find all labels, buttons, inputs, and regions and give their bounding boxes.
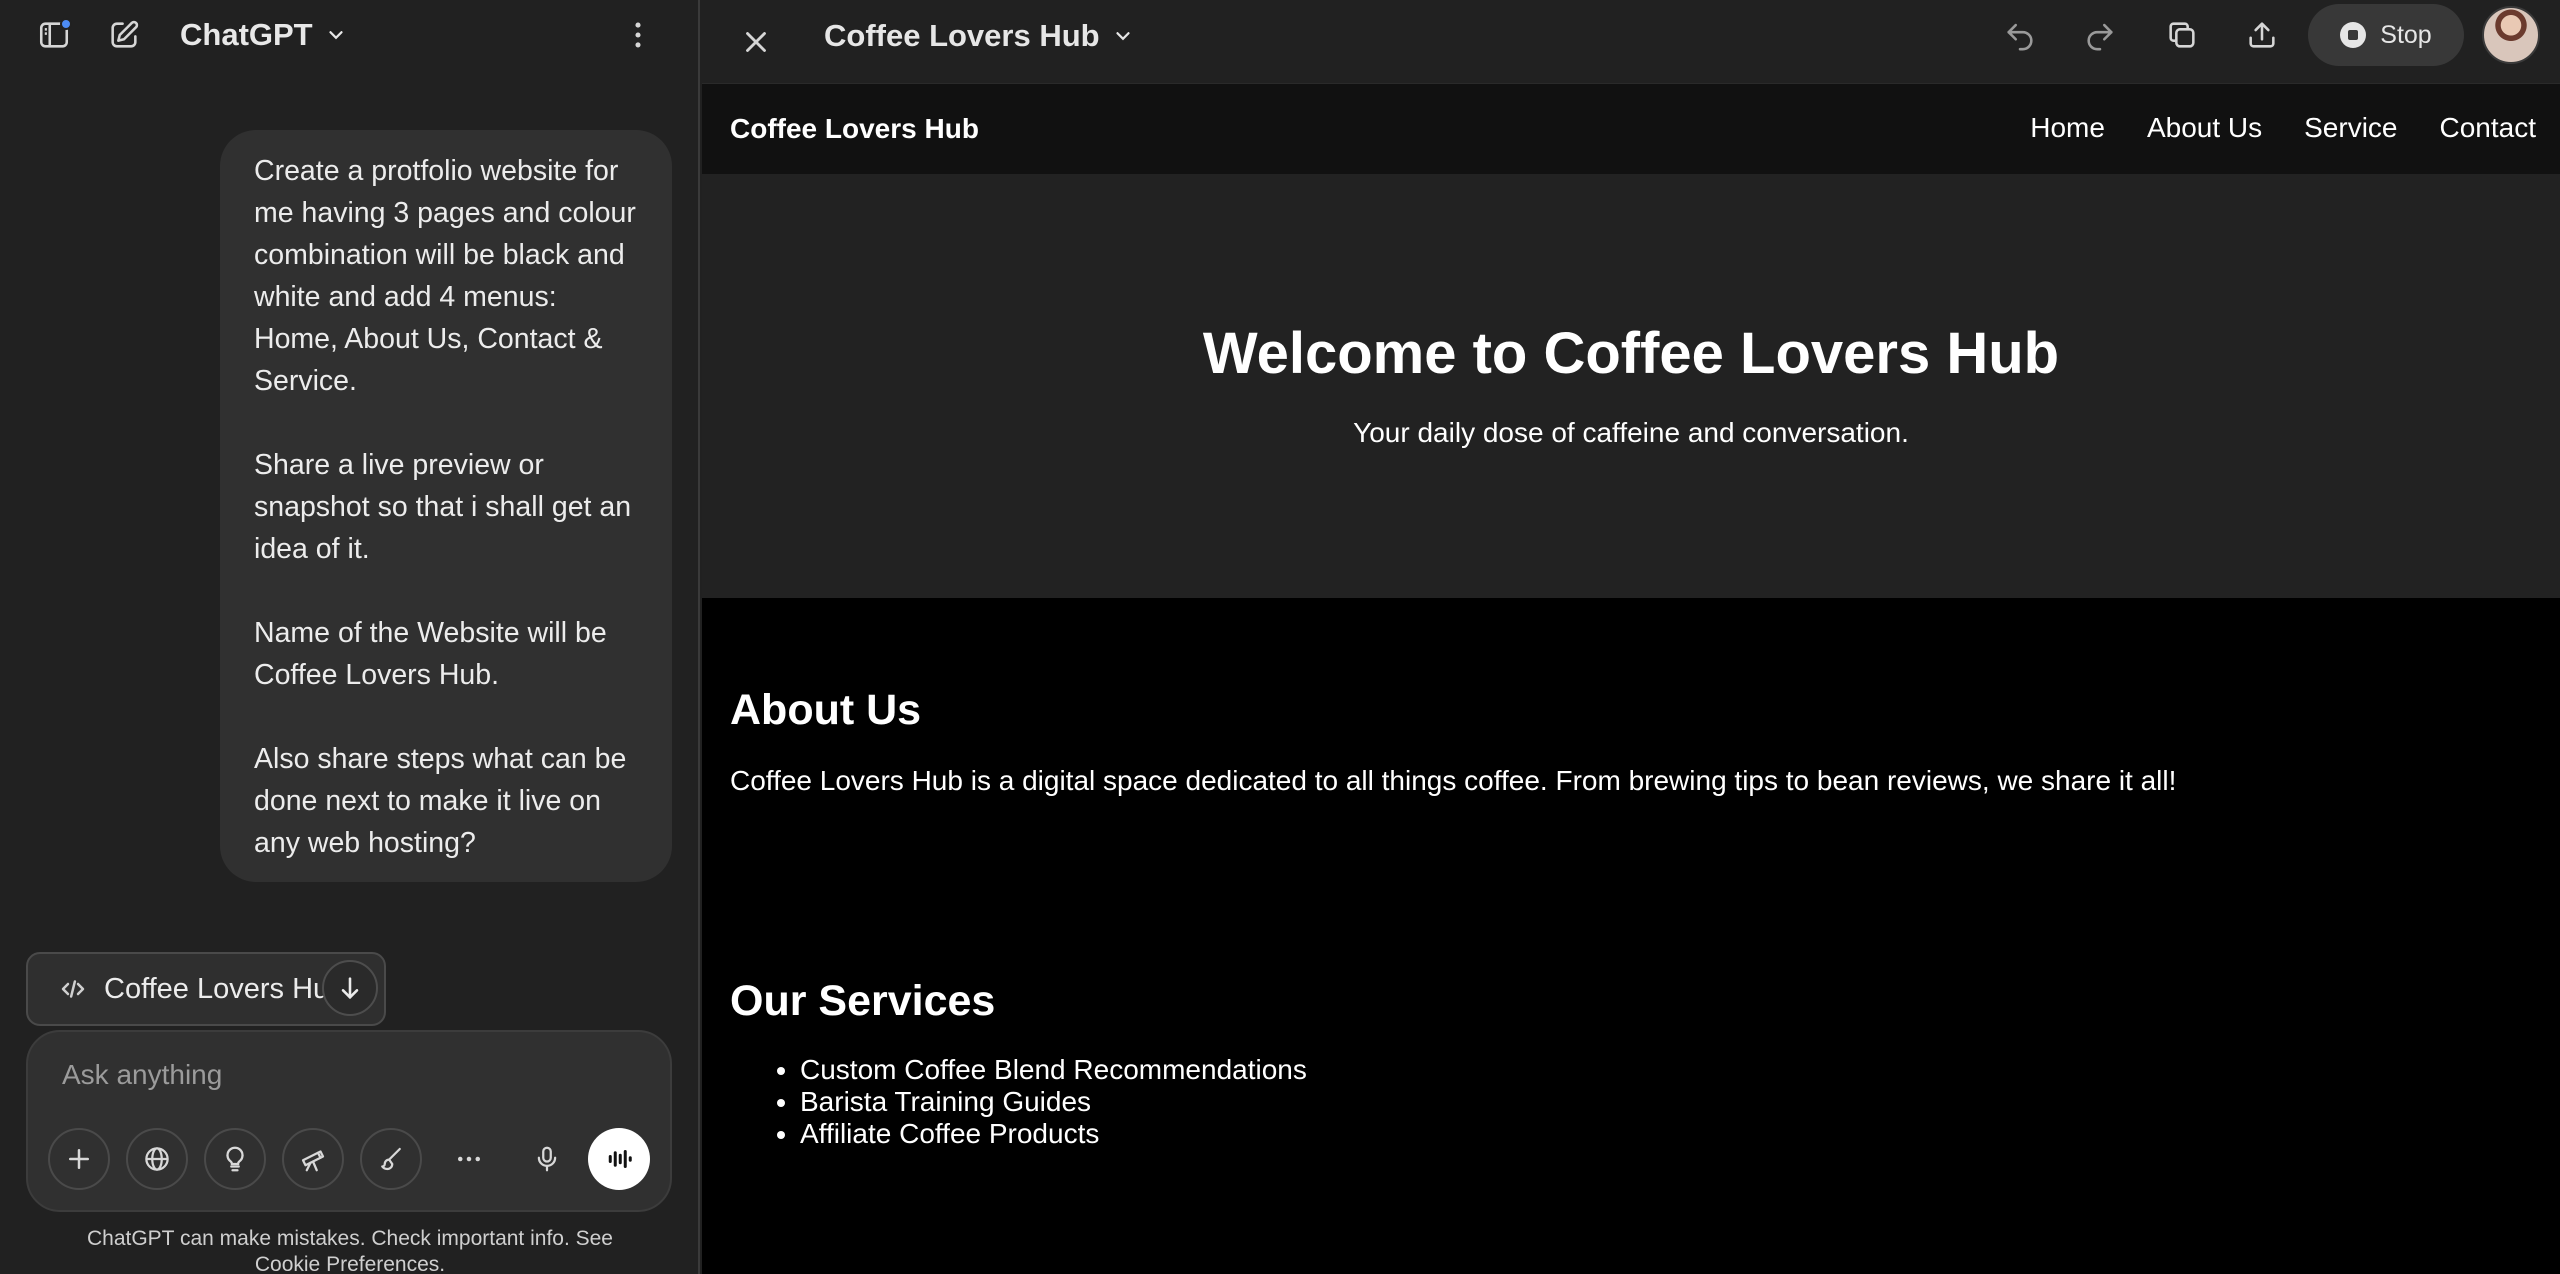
chevron-down-icon bbox=[1115, 32, 1130, 41]
voice-mode-button[interactable] bbox=[588, 1128, 650, 1190]
site-navbar: Coffee Lovers Hub Home About Us Service … bbox=[702, 84, 2560, 174]
stop-icon bbox=[2340, 22, 2367, 48]
message-input[interactable] bbox=[62, 1052, 632, 1098]
brush-icon bbox=[381, 1147, 401, 1171]
services-list: Custom Coffee Blend Recommendations Bari… bbox=[730, 1054, 2530, 1150]
site-nav-about[interactable]: About Us bbox=[2147, 112, 2262, 144]
sidebar-toggle-button[interactable] bbox=[26, 7, 82, 63]
attach-button[interactable] bbox=[48, 1128, 110, 1190]
hero-subtitle: Your daily dose of caffeine and conversa… bbox=[1353, 417, 1909, 448]
undo-icon bbox=[2007, 23, 2033, 51]
canvas-title-dropdown[interactable]: Coffee Lovers Hub bbox=[824, 18, 1134, 54]
model-selector-label: ChatGPT bbox=[180, 17, 313, 52]
more-tools-button[interactable] bbox=[438, 1128, 500, 1190]
redo-icon bbox=[2087, 23, 2113, 51]
message-paragraph: Share a live preview or snapshot so that… bbox=[254, 449, 632, 565]
share-icon bbox=[2249, 22, 2275, 48]
about-text: Coffee Lovers Hub is a digital space ded… bbox=[730, 765, 2177, 796]
app: ChatGPT Create a protfolio website for m… bbox=[0, 0, 2560, 1274]
services-section: Our Services Custom Coffee Blend Recomme… bbox=[730, 977, 2530, 1150]
about-section: About Us Coffee Lovers Hub is a digital … bbox=[730, 686, 2530, 797]
lightbulb-icon bbox=[226, 1146, 244, 1172]
chat-pane: ChatGPT Create a protfolio website for m… bbox=[0, 0, 700, 1274]
site-nav-contact[interactable]: Contact bbox=[2440, 112, 2537, 144]
canvas-chip-label: Coffee Lovers Hub bbox=[104, 972, 346, 1005]
site-nav-home[interactable]: Home bbox=[2030, 112, 2105, 144]
dictate-button[interactable] bbox=[516, 1128, 578, 1190]
composer bbox=[26, 1030, 672, 1212]
service-item: Barista Training Guides bbox=[800, 1086, 2530, 1118]
disclaimer-text: ChatGPT can make mistakes. Check importa… bbox=[86, 1227, 613, 1274]
user-message-bubble: Create a protfolio website for me having… bbox=[220, 130, 672, 882]
notification-dot bbox=[60, 18, 72, 30]
more-vertical-icon bbox=[635, 22, 641, 48]
share-button[interactable] bbox=[2234, 7, 2290, 63]
model-selector[interactable]: ChatGPT bbox=[180, 14, 347, 56]
site-hero: Welcome to Coffee Lovers Hub Your daily … bbox=[702, 174, 2560, 598]
new-chat-button[interactable] bbox=[96, 7, 152, 63]
message-paragraph: Name of the Website will be Coffee Lover… bbox=[254, 617, 607, 691]
close-canvas-button[interactable] bbox=[728, 14, 784, 70]
reason-button[interactable] bbox=[204, 1128, 266, 1190]
undo-button[interactable] bbox=[1992, 7, 2048, 63]
canvas-pane: Coffee Lovers Hub Stop Coffee Lovers Hub… bbox=[702, 0, 2560, 1274]
user-avatar[interactable] bbox=[2482, 6, 2540, 64]
hero-title: Welcome to Coffee Lovers Hub bbox=[1202, 321, 2060, 386]
search-web-button[interactable] bbox=[126, 1128, 188, 1190]
message-paragraph: Create a protfolio website for me having… bbox=[254, 155, 636, 397]
new-chat-icon bbox=[111, 20, 139, 48]
close-icon bbox=[746, 32, 766, 52]
mic-icon bbox=[537, 1146, 557, 1172]
services-heading: Our Services bbox=[730, 977, 996, 1025]
ellipsis-icon bbox=[458, 1156, 480, 1162]
stop-label: Stop bbox=[2380, 20, 2432, 49]
copy-button[interactable] bbox=[2154, 7, 2210, 63]
create-image-button[interactable] bbox=[360, 1128, 422, 1190]
service-item: Affiliate Coffee Products bbox=[800, 1118, 2530, 1150]
voice-mode-icon bbox=[608, 1150, 632, 1168]
plus-icon bbox=[69, 1149, 89, 1169]
service-item: Custom Coffee Blend Recommendations bbox=[800, 1054, 2530, 1086]
site-nav-links: Home About Us Service Contact bbox=[2030, 112, 2536, 144]
redo-button[interactable] bbox=[2072, 7, 2128, 63]
about-heading: About Us bbox=[730, 686, 922, 734]
code-icon bbox=[61, 980, 85, 998]
canvas-toolbar: Coffee Lovers Hub Stop bbox=[702, 0, 2560, 84]
telescope-icon bbox=[301, 1150, 325, 1172]
chevron-down-icon bbox=[328, 31, 343, 40]
message-paragraph: Also share steps what can be done next t… bbox=[254, 743, 627, 859]
site-nav-service[interactable]: Service bbox=[2304, 112, 2397, 144]
deep-research-button[interactable] bbox=[282, 1128, 344, 1190]
copy-icon bbox=[2169, 22, 2195, 48]
chat-topbar: ChatGPT bbox=[0, 0, 700, 70]
stop-button[interactable]: Stop bbox=[2308, 4, 2464, 66]
arrow-down-icon bbox=[341, 977, 359, 999]
canvas-title: Coffee Lovers Hub bbox=[824, 18, 1100, 53]
globe-icon bbox=[145, 1147, 169, 1171]
site-brand: Coffee Lovers Hub bbox=[730, 113, 979, 144]
more-options-button[interactable] bbox=[610, 7, 666, 63]
scroll-to-bottom-button[interactable] bbox=[322, 960, 378, 1016]
